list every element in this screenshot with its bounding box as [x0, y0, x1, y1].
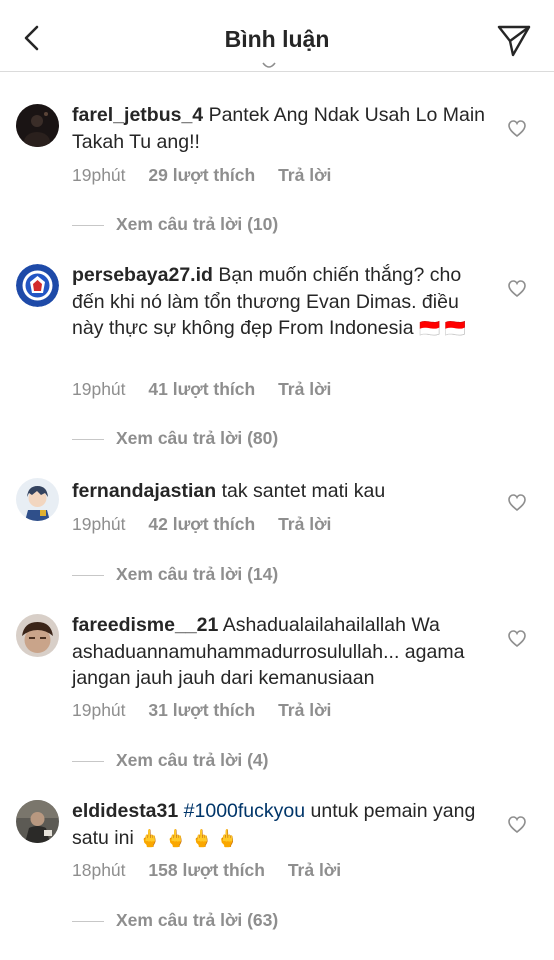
- comment-time: 18phút: [72, 860, 126, 880]
- comment-username[interactable]: persebaya27.id: [72, 264, 213, 286]
- comment-time: 19phút: [72, 165, 126, 185]
- hashtag-link[interactable]: #1000fuckyou: [184, 800, 305, 822]
- comment-username[interactable]: eldidesta31: [72, 800, 178, 822]
- comment-time: 19phút: [72, 514, 126, 534]
- likes-count[interactable]: 29 lượt thích: [148, 165, 255, 185]
- replies-divider-line: [72, 760, 104, 762]
- avatar[interactable]: [16, 800, 59, 843]
- avatar[interactable]: [16, 478, 59, 521]
- view-replies-button[interactable]: Xem câu trả lời (10): [72, 214, 278, 235]
- comment-meta: 19phút 41 lượt thích Trả lời: [72, 379, 349, 400]
- reply-button[interactable]: Trả lời: [288, 860, 341, 880]
- hidden-content-indicator: [262, 62, 276, 68]
- view-replies-button[interactable]: Xem câu trả lời (14): [72, 564, 278, 585]
- comment-time: 19phút: [72, 700, 126, 720]
- send-direct-icon[interactable]: [496, 22, 532, 58]
- comment-text: eldidesta31 #1000fuckyou untuk pemain ya…: [72, 798, 490, 852]
- view-replies-label: Xem câu trả lời (63): [116, 910, 279, 930]
- view-replies-button[interactable]: Xem câu trả lời (4): [72, 750, 269, 771]
- heart-icon[interactable]: [508, 120, 526, 137]
- reply-button[interactable]: Trả lời: [278, 165, 331, 185]
- view-replies-label: Xem câu trả lời (10): [116, 214, 279, 234]
- reply-button[interactable]: Trả lời: [278, 700, 331, 720]
- comment-username[interactable]: fernandajastian: [72, 480, 216, 502]
- comment-meta: 18phút 158 lượt thích Trả lời: [72, 860, 359, 881]
- view-replies-label: Xem câu trả lời (4): [116, 750, 269, 770]
- replies-divider-line: [72, 438, 104, 440]
- likes-count[interactable]: 31 lượt thích: [148, 700, 255, 720]
- view-replies-label: Xem câu trả lời (14): [116, 564, 279, 584]
- likes-count[interactable]: 158 lượt thích: [148, 860, 265, 880]
- middle-finger-emojis: 🖕 🖕 🖕 🖕: [139, 828, 239, 848]
- header-bar: Bình luận: [0, 0, 554, 72]
- comment-username[interactable]: farel_jetbus_4: [72, 104, 203, 126]
- reply-button[interactable]: Trả lời: [278, 514, 331, 534]
- likes-count[interactable]: 41 lượt thích: [148, 379, 255, 399]
- comment-meta: 19phút 42 lượt thích Trả lời: [72, 514, 349, 535]
- comment-meta: 19phút 31 lượt thích Trả lời: [72, 700, 349, 721]
- comment-text: persebaya27.id Bạn muốn chiến thắng? cho…: [72, 262, 490, 343]
- heart-icon[interactable]: [508, 280, 526, 297]
- comment-text: farel_jetbus_4 Pantek Ang Ndak Usah Lo M…: [72, 102, 490, 155]
- heart-icon[interactable]: [508, 630, 526, 647]
- indonesia-flags: 🇮🇩 🇮🇩: [418, 319, 467, 338]
- reply-button[interactable]: Trả lời: [278, 379, 331, 399]
- comment-username[interactable]: fareedisme__21: [72, 614, 218, 636]
- replies-divider-line: [72, 574, 104, 576]
- avatar[interactable]: [16, 264, 59, 307]
- avatar[interactable]: [16, 104, 59, 147]
- heart-icon[interactable]: [508, 816, 526, 833]
- comment-body: tak santet mati kau: [221, 480, 386, 502]
- heart-icon[interactable]: [508, 494, 526, 511]
- comment-text: fernandajastian tak santet mati kau: [72, 478, 490, 505]
- avatar[interactable]: [16, 614, 59, 657]
- view-replies-button[interactable]: Xem câu trả lời (80): [72, 428, 278, 449]
- comment-meta: 19phút 29 lượt thích Trả lời: [72, 165, 349, 186]
- comment-time: 19phút: [72, 379, 126, 399]
- replies-divider-line: [72, 224, 104, 226]
- comment-text: fareedisme__21 Ashadualailahailallah Wa …: [72, 612, 490, 692]
- likes-count[interactable]: 42 lượt thích: [148, 514, 255, 534]
- page-title: Bình luận: [224, 26, 330, 52]
- view-replies-label: Xem câu trả lời (80): [116, 428, 279, 448]
- view-replies-button[interactable]: Xem câu trả lời (63): [72, 910, 278, 931]
- replies-divider-line: [72, 920, 104, 922]
